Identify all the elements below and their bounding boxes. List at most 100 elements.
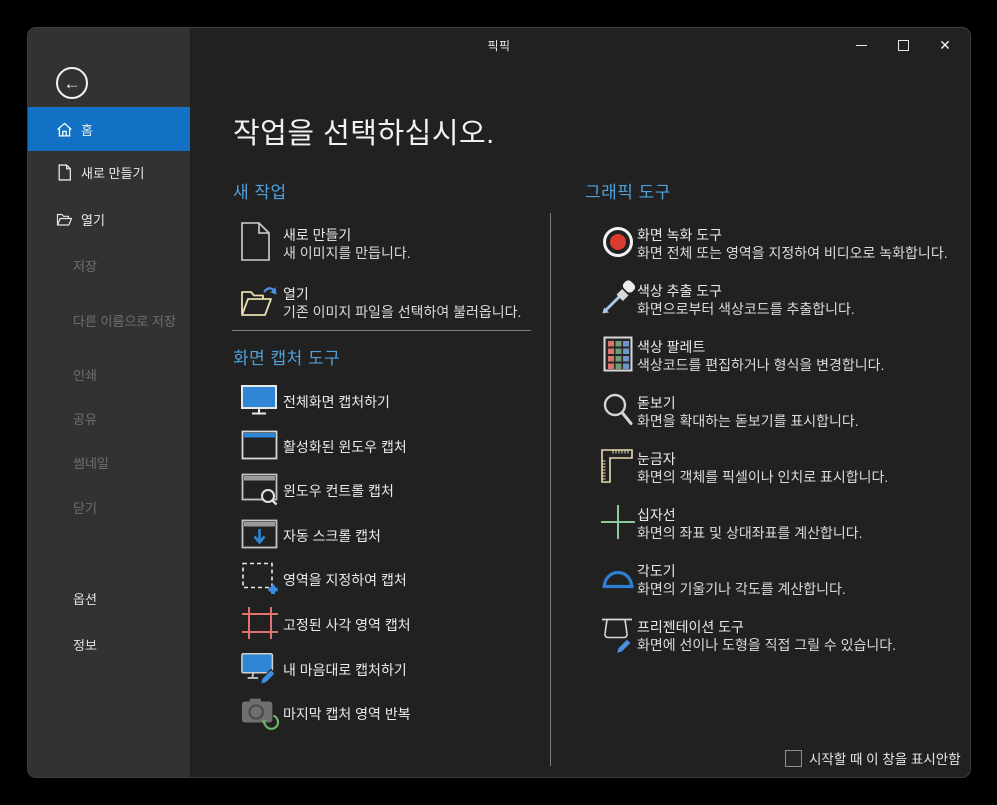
capture-item-scrolling[interactable]: 자동 스크롤 캡처 [240,518,540,550]
sidebar-item-label: 열기 [81,212,105,228]
capture-item-active-window[interactable]: 활성화된 윈도우 캡처 [240,429,540,461]
open-image-item[interactable]: 열기 기존 이미지 파일을 선택하여 불러옵니다. [240,280,540,328]
startup-checkbox-label[interactable]: 시작할 때 이 창을 표시안함 [809,748,961,768]
item-desc: 화면 전체 또는 영역을 지정하여 비디오로 녹화합니다. [637,245,948,261]
item-title: 십자선 [637,507,676,523]
capture-item-freehand[interactable]: 내 마음대로 캡처하기 [240,652,540,685]
color-picker-icon [598,278,638,318]
item-title: 자동 스크롤 캡처 [283,528,381,544]
sidebar-item-new[interactable]: 새로 만들기 [28,150,190,194]
protractor-icon [598,558,638,598]
repeat-last-capture-icon [240,696,280,730]
item-title: 새로 만들기 [283,227,352,243]
item-title: 고정된 사각 영역 캡처 [283,617,411,633]
item-desc: 화면의 좌표 및 상대좌표를 계산합니다. [637,525,863,541]
item-title: 활성화된 윈도우 캡처 [283,439,407,455]
crosshair-icon [598,502,638,542]
item-desc: 화면으로부터 색상코드를 추출합니다. [637,301,855,317]
startup-checkbox[interactable] [785,749,802,767]
item-desc: 색상코드를 편집하거나 형식을 변경합니다. [637,357,885,373]
new-file-icon [55,163,73,181]
item-title: 내 마음대로 캡처하기 [283,662,407,678]
item-desc: 화면의 기울기나 각도를 계산합니다. [637,581,846,597]
back-arrow-icon: ← [63,73,81,93]
sidebar-item-home[interactable]: 홈 [28,107,190,151]
item-title: 마지막 캡처 영역 반복 [283,706,411,722]
sidebar-item-label: 다른 이름으로 저장 [73,313,176,329]
close-icon: ✕ [939,37,951,53]
window-controls: ✕ [840,28,966,62]
graphic-item-color-picker[interactable]: 색상 추출 도구 화면으로부터 색상코드를 추출합니다. [598,278,970,321]
open-folder-icon [55,210,73,228]
sidebar-item-save: 저장 [28,243,190,287]
graphic-item-screen-recorder[interactable]: 화면 녹화 도구 화면 전체 또는 영역을 지정하여 비디오로 녹화합니다. [600,225,970,265]
graphic-item-magnifier[interactable]: 돋보기 화면을 확대하는 돋보기를 표시합니다. [600,393,970,433]
item-title: 각도기 [637,563,676,579]
minimize-button[interactable] [840,28,882,62]
page-title: 작업을 선택하십시오. [233,118,495,150]
sidebar-item-label: 홈 [81,122,93,138]
back-button[interactable]: ← [56,67,88,99]
sidebar-item-label: 정보 [73,637,97,653]
item-title: 윈도우 컨트롤 캡처 [283,483,394,499]
section-title-capture-tools: 화면 캡처 도구 [233,349,341,368]
sidebar-item-label: 인쇄 [73,367,97,383]
item-title: 열기 [283,286,309,302]
item-title: 돋보기 [637,395,676,411]
scrolling-capture-icon [240,518,280,550]
active-window-capture-icon [240,429,280,461]
sidebar-item-label: 옵션 [73,591,97,607]
capture-item-region[interactable]: 영역을 지정하여 캡처 [240,562,540,594]
maximize-icon [897,39,909,51]
sidebar-item-save-as: 다른 이름으로 저장 [28,298,190,342]
fullscreen-capture-icon [240,384,280,416]
sidebar-item-print: 인쇄 [28,352,190,396]
capture-item-repeat-last[interactable]: 마지막 캡처 영역 반복 [240,696,540,730]
region-capture-icon [240,562,280,594]
item-title: 전체화면 캡처하기 [283,394,390,410]
ruler-icon [598,446,638,486]
item-desc: 화면에 선이나 도형을 직접 그릴 수 있습니다. [637,637,897,653]
sidebar-item-label: 저장 [73,258,97,274]
close-button[interactable]: ✕ [924,28,966,62]
window-control-capture-icon [240,473,280,506]
maximize-button[interactable] [882,28,924,62]
color-palette-icon [598,334,638,374]
fixed-region-capture-icon [240,607,280,639]
new-document-icon [240,221,271,262]
graphic-item-presentation[interactable]: 프리젠테이션 도구 화면에 선이나 도형을 직접 그릴 수 있습니다. [600,617,970,657]
graphic-item-color-palette[interactable]: 색상 팔레트 색상코드를 편집하거나 형식을 변경합니다. [598,334,970,377]
section-title-new-task: 새 작업 [233,183,287,202]
capture-item-fixed-region[interactable]: 고정된 사각 영역 캡처 [240,607,540,639]
sidebar-item-label: 새로 만들기 [81,165,145,181]
minimize-icon [855,44,867,46]
item-desc: 새 이미지를 만듭니다. [283,245,411,261]
picpick-window: 픽픽 ✕ ← 홈 새로 만들기 열기 저장 다른 이름으로 저장 인쇄 공유 썸… [28,28,970,777]
section-title-graphic-tools: 그래픽 도구 [585,183,671,202]
capture-item-fullscreen[interactable]: 전체화면 캡처하기 [240,384,540,416]
vertical-divider [550,213,551,766]
sidebar-item-open[interactable]: 열기 [28,197,190,241]
home-icon [55,120,73,138]
sidebar-item-options[interactable]: 옵션 [28,576,190,620]
graphic-item-ruler[interactable]: 눈금자 화면의 객체를 픽셀이나 인치로 표시합니다. [600,449,970,489]
freehand-capture-icon [240,652,280,685]
sidebar-item-about[interactable]: 정보 [28,622,190,666]
item-title: 색상 추출 도구 [637,283,723,299]
item-title: 화면 녹화 도구 [637,227,723,243]
capture-item-window-control[interactable]: 윈도우 컨트롤 캡처 [240,473,540,506]
item-title: 영역을 지정하여 캡처 [283,572,407,588]
sidebar-item-label: 썸네일 [73,455,109,471]
graphic-item-crosshair[interactable]: 십자선 화면의 좌표 및 상대좌표를 계산합니다. [600,505,970,545]
item-desc: 기존 이미지 파일을 선택하여 불러옵니다. [283,304,522,320]
new-image-item[interactable]: 새로 만들기 새 이미지를 만듭니다. [240,221,540,269]
item-title: 프리젠테이션 도구 [637,619,744,635]
graphic-item-protractor[interactable]: 각도기 화면의 기울기나 각도를 계산합니다. [600,561,970,601]
open-image-icon [240,284,280,318]
horizontal-divider [232,330,531,331]
presentation-icon [598,614,638,654]
magnifier-icon [598,390,638,430]
screen-recorder-icon [598,222,638,262]
item-title: 눈금자 [637,451,676,467]
item-desc: 화면의 객체를 픽셀이나 인치로 표시합니다. [637,469,889,485]
